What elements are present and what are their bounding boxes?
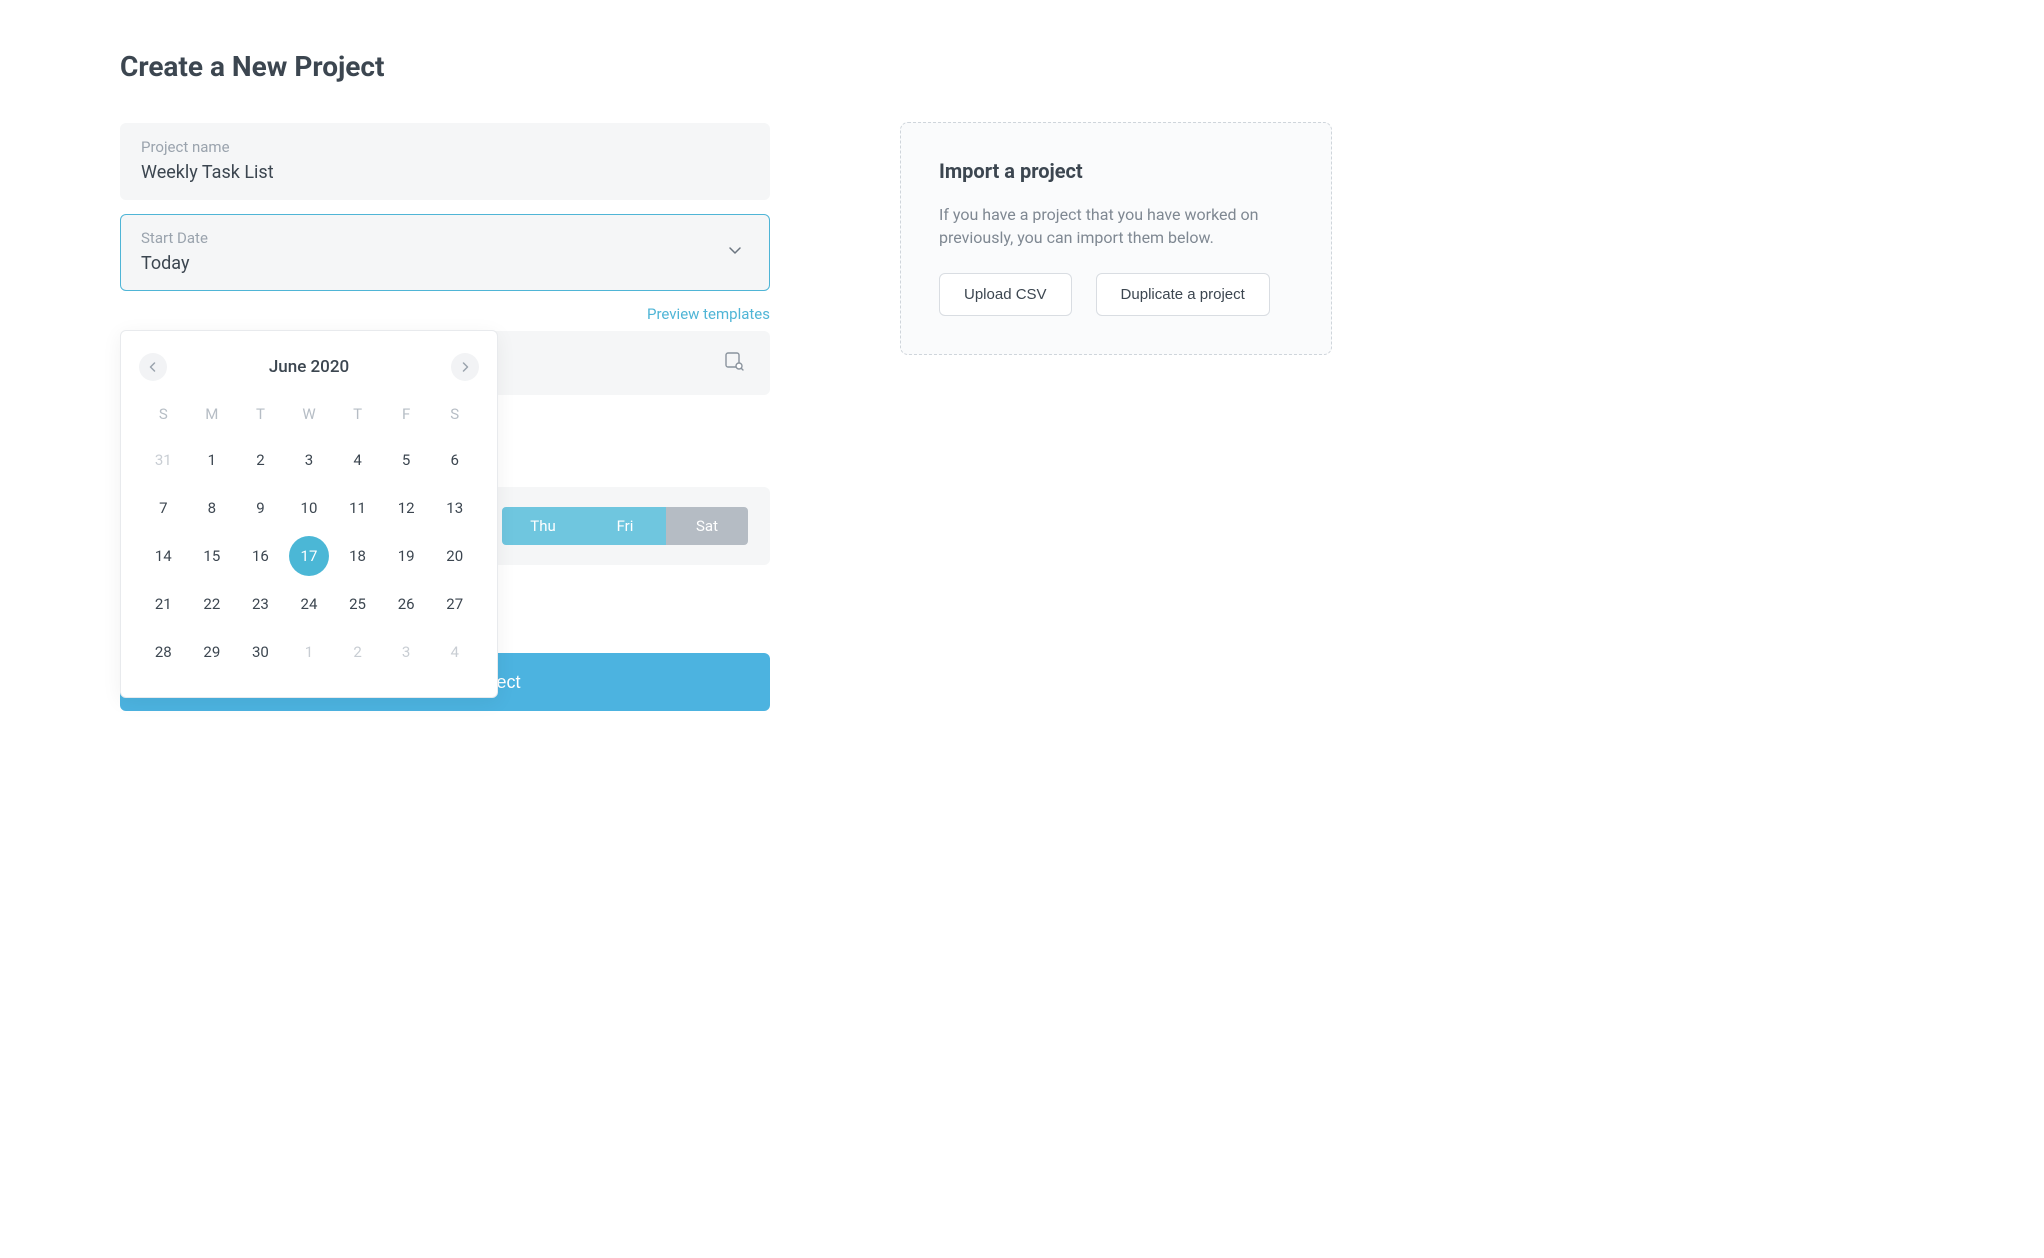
- calendar-day[interactable]: 8: [188, 491, 237, 525]
- calendar-day[interactable]: 7: [139, 491, 188, 525]
- calendar-weekday-header: T: [333, 399, 382, 429]
- page-title: Create a New Project: [120, 50, 770, 83]
- calendar-day[interactable]: 26: [382, 587, 431, 621]
- calendar-day[interactable]: 24: [285, 587, 334, 621]
- calendar-day[interactable]: 3: [285, 443, 334, 477]
- duplicate-project-button[interactable]: Duplicate a project: [1096, 273, 1270, 316]
- calendar-popover: June 2020 SMTWTFS31123456789101112131415…: [120, 330, 498, 698]
- project-name-value: Weekly Task List: [141, 162, 749, 183]
- calendar-weekday-header: S: [430, 399, 479, 429]
- start-date-label: Start Date: [141, 229, 719, 247]
- calendar-next-month-button[interactable]: [451, 353, 479, 381]
- calendar-day[interactable]: 1: [285, 635, 334, 669]
- calendar-weekday-header: F: [382, 399, 431, 429]
- calendar-day[interactable]: 21: [139, 587, 188, 621]
- calendar-day[interactable]: 16: [236, 539, 285, 573]
- calendar-day[interactable]: 25: [333, 587, 382, 621]
- calendar-day[interactable]: 4: [430, 635, 479, 669]
- start-date-value: Today: [141, 253, 719, 274]
- calendar-day[interactable]: 6: [430, 443, 479, 477]
- start-date-field[interactable]: Start Date Today: [120, 214, 770, 291]
- calendar-day[interactable]: 17: [285, 539, 334, 573]
- project-name-field[interactable]: Project name Weekly Task List: [120, 123, 770, 200]
- calendar-day[interactable]: 5: [382, 443, 431, 477]
- search-in-page-icon: [724, 351, 744, 375]
- calendar-day[interactable]: 13: [430, 491, 479, 525]
- work-day-toggle[interactable]: Thu: [502, 507, 584, 545]
- calendar-day[interactable]: 27: [430, 587, 479, 621]
- work-day-toggle[interactable]: Fri: [584, 507, 666, 545]
- chevron-down-icon: [727, 243, 743, 263]
- calendar-day[interactable]: 31: [139, 443, 188, 477]
- import-description: If you have a project that you have work…: [939, 203, 1293, 249]
- work-day-toggle[interactable]: Sat: [666, 507, 748, 545]
- calendar-day[interactable]: 29: [188, 635, 237, 669]
- import-project-card: Import a project If you have a project t…: [900, 122, 1332, 355]
- preview-templates-link[interactable]: Preview templates: [120, 305, 770, 323]
- calendar-day[interactable]: 4: [333, 443, 382, 477]
- calendar-day[interactable]: 19: [382, 539, 431, 573]
- calendar-day[interactable]: 1: [188, 443, 237, 477]
- calendar-day[interactable]: 2: [236, 443, 285, 477]
- calendar-day[interactable]: 20: [430, 539, 479, 573]
- calendar-weekday-header: M: [188, 399, 237, 429]
- calendar-day[interactable]: 30: [236, 635, 285, 669]
- upload-csv-button[interactable]: Upload CSV: [939, 273, 1072, 316]
- calendar-day[interactable]: 9: [236, 491, 285, 525]
- calendar-month-label: June 2020: [269, 357, 349, 377]
- calendar-day[interactable]: 3: [382, 635, 431, 669]
- calendar-day[interactable]: 10: [285, 491, 334, 525]
- calendar-prev-month-button[interactable]: [139, 353, 167, 381]
- calendar-day[interactable]: 23: [236, 587, 285, 621]
- calendar-day[interactable]: 11: [333, 491, 382, 525]
- project-name-label: Project name: [141, 138, 749, 156]
- calendar-weekday-header: W: [285, 399, 334, 429]
- calendar-day[interactable]: 22: [188, 587, 237, 621]
- calendar-weekday-header: S: [139, 399, 188, 429]
- calendar-day[interactable]: 14: [139, 539, 188, 573]
- calendar-day[interactable]: 18: [333, 539, 382, 573]
- calendar-weekday-header: T: [236, 399, 285, 429]
- calendar-day[interactable]: 12: [382, 491, 431, 525]
- calendar-day[interactable]: 28: [139, 635, 188, 669]
- import-title: Import a project: [939, 159, 1293, 183]
- calendar-day[interactable]: 2: [333, 635, 382, 669]
- calendar-day[interactable]: 15: [188, 539, 237, 573]
